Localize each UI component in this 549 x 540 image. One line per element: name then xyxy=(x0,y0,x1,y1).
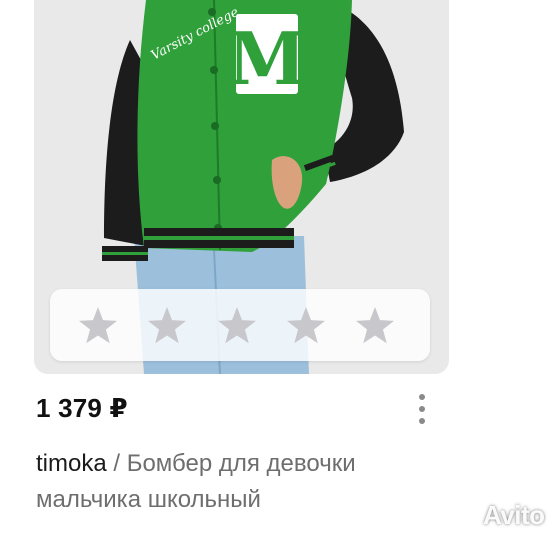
seller-brand[interactable]: timoka xyxy=(36,450,107,477)
star-icon[interactable] xyxy=(146,307,188,345)
title-line-2: мальчика школьный xyxy=(36,486,261,513)
star-icon[interactable] xyxy=(285,307,327,345)
product-price: 1 379 ₽ xyxy=(36,393,128,423)
title-separator: / xyxy=(106,450,127,477)
jacket-letter-patch: M xyxy=(227,16,307,101)
product-image[interactable]: M Varsity college xyxy=(34,0,449,374)
avito-watermark: Avito xyxy=(441,497,549,537)
star-icon[interactable] xyxy=(354,307,396,345)
star-icon[interactable] xyxy=(77,307,119,345)
rating-stars-panel[interactable] xyxy=(50,289,430,361)
title-line-1: Бомбер для девочки xyxy=(126,450,356,477)
more-options-icon[interactable] xyxy=(409,388,435,430)
avito-watermark-text: Avito xyxy=(483,500,545,530)
avito-logo-icon xyxy=(443,499,479,532)
star-icon[interactable] xyxy=(216,307,258,345)
product-title[interactable]: timoka / Бомбер для девочки мальчика шко… xyxy=(36,446,476,518)
